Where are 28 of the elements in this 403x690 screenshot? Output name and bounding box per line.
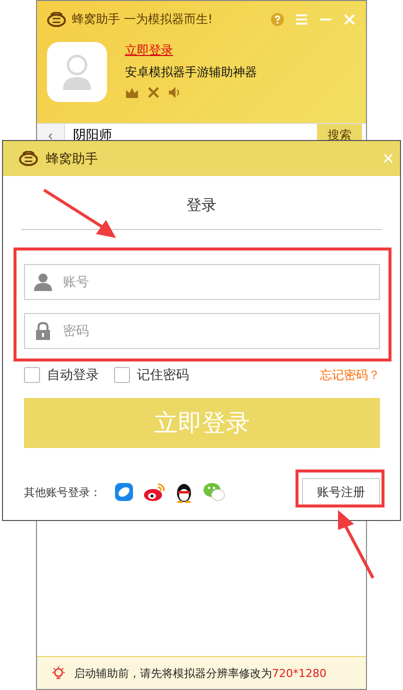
penguin-icon[interactable] — [174, 481, 194, 503]
pointer-arrow — [338, 510, 374, 579]
crossed-swords-icon — [147, 86, 160, 99]
password-field[interactable]: 密码 — [24, 313, 380, 349]
lightbulb-icon — [51, 666, 66, 680]
crown-icon — [125, 86, 139, 98]
checkbox[interactable] — [114, 367, 130, 383]
weibo-eye-icon[interactable] — [143, 482, 165, 502]
chat-bubbles-icon[interactable] — [203, 482, 225, 502]
bee-logo-icon — [47, 12, 66, 26]
dialog-title: 蜂窝助手 — [46, 150, 98, 168]
close-icon[interactable] — [343, 12, 356, 26]
bee-logo-icon — [19, 151, 38, 166]
login-link[interactable]: 立即登录 — [125, 42, 257, 59]
register-button[interactable]: 账号注册 — [302, 478, 380, 506]
checkbox[interactable] — [24, 367, 40, 383]
search-field[interactable]: 阴阳师 — [65, 126, 317, 144]
other-login-label: 其他账号登录： — [24, 484, 101, 500]
speaker-icon — [168, 86, 181, 99]
subtitle: 安卓模拟器手游辅助神器 — [125, 64, 257, 81]
menu-icon[interactable] — [295, 12, 308, 26]
tip-text: 启动辅助前，请先将模拟器分辨率修改为720*1280 — [74, 666, 326, 680]
chat-bubble-icon[interactable] — [114, 482, 134, 502]
account-field[interactable]: 账号 — [24, 264, 380, 300]
checkbox-label[interactable]: 记住密码 — [137, 366, 189, 384]
window-title: 蜂窝助手 一为模拟器而生! — [72, 10, 213, 28]
help-icon[interactable] — [271, 12, 284, 26]
checkbox-label[interactable]: 自动登录 — [47, 366, 99, 384]
